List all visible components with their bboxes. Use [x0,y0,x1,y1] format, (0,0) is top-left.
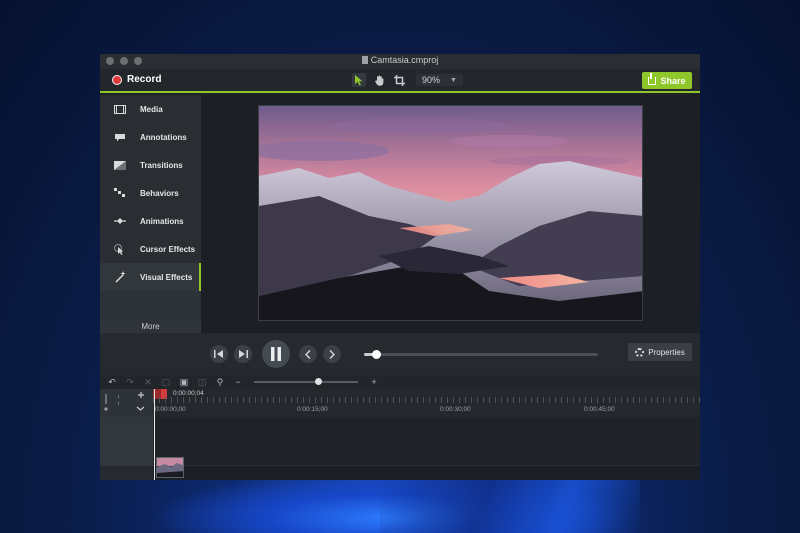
ruler-label: 0:00:15;00 [297,406,328,413]
share-button[interactable]: Share [642,72,692,89]
magic-wand-icon [114,271,126,283]
track-header-footer [100,466,153,480]
ruler-label: 0:00:45;00 [584,406,615,413]
behaviors-icon [114,188,126,198]
playhead-time: 0:00:00;04 [173,390,204,397]
track-header-column [100,389,153,480]
share-icon [648,72,657,85]
paste-icon[interactable]: ▣ [178,377,190,388]
share-label: Share [660,75,686,86]
film-icon [114,104,126,114]
sidebar-item-visual-effects[interactable]: Visual Effects [100,263,201,291]
annotation-icon [114,132,126,142]
crop-icon[interactable] [392,73,406,87]
sidebar-item-label: Visual Effects [140,272,193,282]
pause-button[interactable] [262,340,290,368]
step-back-button[interactable] [210,345,228,363]
playhead-line [154,389,155,480]
wallpaper-ribbon [380,478,640,533]
record-icon [112,74,122,85]
cursor-effects-icon [114,243,126,255]
record-label: Record [127,74,162,85]
zoom-dropdown[interactable]: 90% ▼ [416,74,463,86]
previous-button[interactable] [299,345,317,363]
zoom-value: 90% [422,75,441,85]
select-arrow-icon[interactable] [352,73,366,87]
redo-icon[interactable]: ↷ [124,377,136,388]
sidebar-item-behaviors[interactable]: Behaviors [100,179,201,207]
sidebar-item-label: Animations [140,216,184,226]
step-forward-icon [239,350,248,358]
chevron-down-icon: ▼ [450,76,457,84]
playback-bar: Properties [100,333,700,375]
sidebar-item-animations[interactable]: Animations [100,207,201,235]
next-button[interactable] [323,345,341,363]
media-clip[interactable] [156,457,184,478]
chevron-right-icon [329,349,335,359]
sidebar-more-button[interactable]: More [100,319,201,333]
sidebar-item-transitions[interactable]: Transitions [100,151,201,179]
sidebar-item-media[interactable]: Media [100,95,201,123]
sidebar: Media Annotations Transitions Behaviors … [100,95,201,333]
timeline-zoom-handle[interactable] [315,378,323,385]
scrubber-handle[interactable] [371,350,381,359]
track-1-header[interactable] [100,417,153,466]
canvas-area[interactable] [201,95,700,333]
sidebar-item-label: Behaviors [140,188,179,198]
window-title: Camtasia.cmproj [100,55,700,65]
zoom-out-icon[interactable]: − [232,377,244,387]
copy-icon[interactable]: ▢ [160,377,172,388]
timeline-toolbar: ↶ ↷ ✕ ▢ ▣ ◫ ⚲ − + [100,375,700,389]
sidebar-spacer [100,291,201,321]
zoom-in-icon[interactable]: + [368,377,380,387]
sidebar-item-label: Transitions [140,160,183,170]
transition-icon [114,160,126,170]
app-window: Camtasia.cmproj Record 90% ▼ Share Media… [100,54,700,480]
ruler-label: 0:00:00;00 [155,406,186,413]
track-control-icons [104,392,145,411]
split-icon[interactable]: ◫ [196,377,208,388]
sidebar-item-label: Cursor Effects [140,244,196,254]
timeline-ruler[interactable]: 0:00:00;04 0:00:00;00 0:00:15;00 0:00:30… [153,389,700,417]
sidebar-item-cursor-effects[interactable]: Cursor Effects [100,235,201,263]
step-forward-button[interactable] [234,345,252,363]
main-toolbar: Record 90% ▼ Share [100,69,700,93]
canvas-tools: 90% ▼ [352,73,463,87]
window-title-text: Camtasia.cmproj [370,55,439,65]
mountain-sunset-image [259,106,642,320]
properties-label: Properties [648,347,685,357]
ruler-ticks [153,397,700,403]
title-bar: Camtasia.cmproj [100,54,700,69]
undo-icon[interactable]: ↶ [106,377,118,388]
video-preview[interactable] [258,105,643,321]
timeline-zoom-slider[interactable] [254,378,358,385]
zoom-magnifier-icon[interactable]: ⚲ [214,377,226,388]
timeline: 0:00:00;04 0:00:00;00 0:00:15;00 0:00:30… [100,389,700,480]
clip-thumbnail [157,458,183,477]
cut-icon[interactable]: ✕ [142,377,154,388]
ruler-label: 0:00:30;00 [440,406,471,413]
document-icon [361,56,368,64]
gear-icon [635,347,645,357]
pause-icon [271,347,281,361]
properties-button[interactable]: Properties [628,343,692,361]
chevron-left-icon [305,349,311,359]
sidebar-item-label: Annotations [140,132,187,142]
record-button[interactable]: Record [112,74,161,85]
track-1[interactable] [153,417,700,478]
scrubber-track[interactable] [364,350,598,359]
step-back-icon [214,350,223,358]
animation-icon [114,216,126,226]
sidebar-item-label: Media [140,104,163,114]
track-controls [100,389,153,417]
sidebar-item-annotations[interactable]: Annotations [100,123,201,151]
hand-pan-icon[interactable] [372,73,386,87]
